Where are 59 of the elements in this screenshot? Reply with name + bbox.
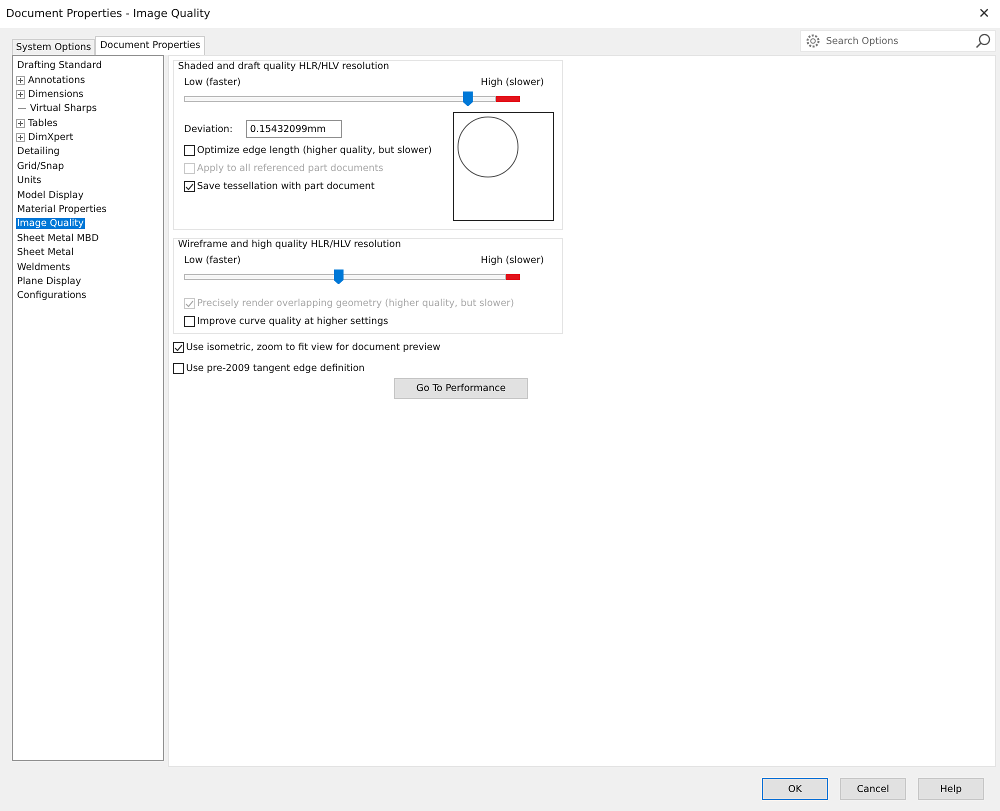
group-title: Wireframe and high quality HLR/HLV resolution [176, 239, 404, 250]
search-bar[interactable]: Search Options [800, 30, 996, 52]
search-icon[interactable] [975, 33, 991, 50]
tree-item[interactable]: Material Properties [16, 204, 108, 216]
window-title: Document Properties - Image Quality [6, 7, 210, 20]
slider-label: Low (faster) [184, 255, 241, 266]
tree-item[interactable]: Dimensions [27, 88, 84, 100]
checkbox[interactable] [184, 181, 195, 192]
close-button[interactable]: ✕ [978, 6, 990, 22]
expand-icon[interactable] [16, 90, 25, 99]
tree-item[interactable]: Weldments [16, 262, 72, 273]
dialog-button[interactable]: Help [918, 778, 984, 800]
slider-label: High (slower) [480, 77, 544, 88]
slider-label: High (slower) [480, 255, 544, 266]
checkbox-label[interactable]: Optimize edge length (higher quality, but slower) [184, 145, 443, 156]
gear-icon [805, 33, 821, 50]
dialog-button[interactable]: OK [762, 778, 828, 800]
slider-label: Low (faster) [184, 77, 241, 88]
tab[interactable]: System Options [12, 39, 96, 56]
expand-icon[interactable] [16, 118, 25, 128]
field-label: Deviation: [184, 124, 234, 135]
expand-icon[interactable] [16, 76, 25, 85]
tree-item[interactable]: Model Display [16, 190, 85, 201]
tree-item[interactable]: Sheet Metal [16, 247, 75, 258]
search-field[interactable]: Search Options [824, 34, 972, 48]
checkbox[interactable] [184, 145, 195, 156]
checkbox-label[interactable]: Improve curve quality at higher settings [184, 316, 554, 328]
tab[interactable]: Document Properties [95, 36, 206, 56]
performance-button[interactable]: Go To Performance [394, 378, 528, 400]
tree-item[interactable]: Configurations [16, 290, 88, 302]
checkbox[interactable] [173, 342, 184, 354]
limit-marker [506, 274, 520, 280]
tree-item[interactable]: Units [16, 175, 42, 186]
checkbox[interactable] [184, 316, 195, 328]
slider-track[interactable] [184, 269, 506, 286]
tree-item[interactable]: Tables [27, 118, 59, 129]
slider-track[interactable] [184, 91, 496, 108]
dialog-button[interactable]: Cancel [840, 778, 906, 800]
tree-item[interactable]: Image Quality [16, 218, 85, 230]
slider-thumb[interactable] [334, 269, 344, 284]
tree-item[interactable]: DimXpert [27, 132, 74, 144]
tree-item[interactable]: Drafting Standard [16, 60, 103, 72]
checkbox-label[interactable]: Save tessellation with part document [184, 181, 443, 192]
tree-item[interactable]: Grid/Snap [16, 160, 66, 172]
deviation-field[interactable]: 0.15432099mm [246, 120, 342, 138]
tree-item[interactable]: Virtual Sharps [29, 103, 98, 114]
tree-item[interactable]: Detailing [16, 146, 61, 158]
checkbox-label[interactable]: Use pre-2009 tangent edge definition [173, 363, 991, 374]
checkbox-label[interactable]: Use isometric, zoom to fit view for document preview [173, 342, 991, 354]
group-title: Shaded and draft quality HLR/HLV resolution [176, 61, 392, 72]
slider-thumb[interactable] [462, 91, 473, 106]
tree-line [18, 108, 26, 110]
circle-drawing [457, 116, 519, 178]
tree-item[interactable]: Annotations [27, 74, 86, 86]
checkbox[interactable] [173, 363, 184, 374]
expand-icon[interactable] [16, 133, 25, 142]
tree-item[interactable]: Sheet Metal MBD [16, 232, 100, 244]
limit-marker [496, 96, 520, 102]
tree-item[interactable]: Plane Display [16, 276, 82, 287]
